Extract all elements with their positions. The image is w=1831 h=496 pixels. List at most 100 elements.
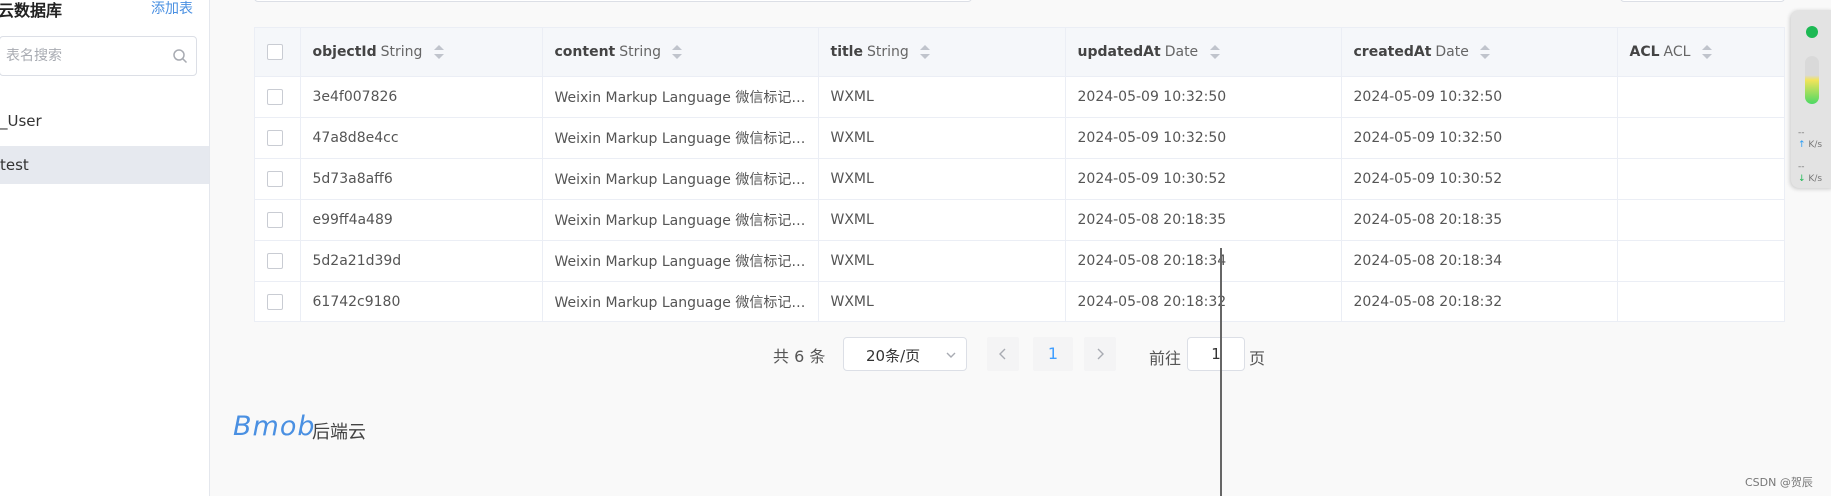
cell-updatedat[interactable]: 2024-05-08 20:18:34: [1065, 240, 1342, 282]
cell-objectid[interactable]: 5d73a8aff6: [300, 158, 543, 200]
cell-content[interactable]: Weixin Markup Language 微信标记语言: [542, 76, 819, 118]
row-checkbox[interactable]: [267, 88, 283, 105]
next-page-button[interactable]: [1084, 337, 1116, 371]
row-checkbox[interactable]: [267, 170, 283, 187]
column-header-objectid[interactable]: objectId String: [300, 28, 543, 77]
cell-updatedat[interactable]: 2024-05-08 20:18:32: [1065, 281, 1342, 321]
cell-title[interactable]: WXML: [818, 158, 1066, 200]
table-row[interactable]: e99ff4a489 Weixin Markup Language 微信标记语言…: [255, 199, 1784, 241]
row-select-cell: [255, 117, 301, 159]
column-header-acl[interactable]: ACL ACL: [1617, 28, 1784, 77]
column-header-updatedat[interactable]: updatedAt Date: [1065, 28, 1342, 77]
cell-content[interactable]: Weixin Markup Language 微信标记语言: [542, 240, 819, 282]
cell-createdat[interactable]: 2024-05-09 10:30:52: [1341, 158, 1618, 200]
row-select-cell: [255, 199, 301, 241]
cell-title[interactable]: WXML: [818, 76, 1066, 118]
arrow-up-icon: ↑: [1798, 140, 1806, 150]
table-row[interactable]: 61742c9180 Weixin Markup Language 微信标记语言…: [255, 281, 1784, 321]
cell-acl[interactable]: [1617, 117, 1784, 159]
table-search-input[interactable]: [6, 37, 166, 75]
page-number-current[interactable]: 1: [1033, 337, 1073, 371]
row-checkbox[interactable]: [267, 129, 283, 146]
pagination-total: 共 6 条: [773, 347, 826, 366]
watermark: CSDN @贺辰: [1745, 476, 1813, 489]
upload-speed: ↑ K/s: [1798, 140, 1822, 150]
cell-updatedat[interactable]: 2024-05-09 10:32:50: [1065, 76, 1342, 118]
add-table-link[interactable]: 添加表: [151, 0, 193, 18]
row-checkbox[interactable]: [267, 211, 283, 228]
sort-icon[interactable]: [433, 43, 445, 61]
sidebar-item-test[interactable]: test: [0, 146, 209, 184]
row-select-cell: [255, 76, 301, 118]
cell-createdat[interactable]: 2024-05-08 20:18:35: [1341, 199, 1618, 241]
row-select-cell: [255, 281, 301, 321]
page-size-select[interactable]: 20条/页: [843, 337, 967, 371]
cell-title[interactable]: WXML: [818, 117, 1066, 159]
sidebar: 云数据库 添加表 _User test: [0, 0, 210, 496]
search-icon[interactable]: [172, 48, 188, 64]
cell-title[interactable]: WXML: [818, 199, 1066, 241]
column-header-content[interactable]: content String: [542, 28, 819, 77]
column-header-createdat[interactable]: createdAt Date: [1341, 28, 1618, 77]
cell-createdat[interactable]: 2024-05-09 10:32:50: [1341, 117, 1618, 159]
table-row[interactable]: 5d73a8aff6 Weixin Markup Language 微信标记语言…: [255, 158, 1784, 200]
chevron-down-icon: [946, 352, 956, 358]
cell-content[interactable]: Weixin Markup Language 微信标记语言: [542, 117, 819, 159]
table-search-box: [0, 36, 197, 76]
table-row[interactable]: 5d2a21d39d Weixin Markup Language 微信标记语言…: [255, 240, 1784, 282]
cell-updatedat[interactable]: 2024-05-09 10:32:50: [1065, 117, 1342, 159]
upload-speed-unit: K/s: [1808, 140, 1823, 150]
download-speed-unit: K/s: [1808, 174, 1823, 184]
sidebar-item-label: test: [0, 156, 29, 174]
cell-updatedat[interactable]: 2024-05-09 10:30:52: [1065, 158, 1342, 200]
row-select-cell: [255, 240, 301, 282]
sort-icon[interactable]: [1209, 43, 1221, 61]
sort-icon[interactable]: [671, 43, 683, 61]
goto-label: 前往: [1149, 349, 1182, 368]
column-resize-line: [1220, 248, 1222, 496]
table-row[interactable]: 3e4f007826 Weixin Markup Language 微信标记语言…: [255, 76, 1784, 118]
sidebar-item-user[interactable]: _User: [0, 102, 209, 140]
cell-acl[interactable]: [1617, 158, 1784, 200]
cell-objectid[interactable]: 47a8d8e4cc: [300, 117, 543, 159]
cell-content[interactable]: Weixin Markup Language 微信标记语言: [542, 281, 819, 321]
data-table: objectId String content String title String…: [254, 27, 1785, 322]
download-speed: ↓ K/s: [1798, 174, 1822, 184]
toolbar-button-group[interactable]: [254, 0, 972, 2]
table-row[interactable]: 47a8d8e4cc Weixin Markup Language 微信标记语言…: [255, 117, 1784, 159]
cell-updatedat[interactable]: 2024-05-08 20:18:35: [1065, 199, 1342, 241]
cell-objectid[interactable]: e99ff4a489: [300, 199, 543, 241]
table-header-row: objectId String content String title String…: [255, 28, 1784, 77]
cell-objectid[interactable]: 61742c9180: [300, 281, 543, 321]
toolbar-right-button-group[interactable]: [1620, 0, 1785, 2]
cell-createdat[interactable]: 2024-05-09 10:32:50: [1341, 76, 1618, 118]
cell-content[interactable]: Weixin Markup Language 微信标记语言: [542, 199, 819, 241]
cell-content[interactable]: Weixin Markup Language 微信标记语言: [542, 158, 819, 200]
cell-acl[interactable]: [1617, 281, 1784, 321]
row-checkbox[interactable]: [267, 293, 283, 310]
cell-createdat[interactable]: 2024-05-08 20:18:34: [1341, 240, 1618, 282]
chevron-right-icon: [1097, 348, 1104, 360]
cell-acl[interactable]: [1617, 76, 1784, 118]
page-size-value: 20条/页: [866, 347, 921, 365]
upload-speed-value: --: [1798, 128, 1805, 138]
column-header-title[interactable]: title String: [818, 28, 1066, 77]
bmob-logo: Bmob: [233, 411, 316, 442]
arrow-down-icon: ↓: [1798, 174, 1806, 184]
goto-page-input[interactable]: [1187, 337, 1245, 371]
cell-objectid[interactable]: 3e4f007826: [300, 76, 543, 118]
cell-createdat[interactable]: 2024-05-08 20:18:32: [1341, 281, 1618, 321]
cell-acl[interactable]: [1617, 199, 1784, 241]
cell-title[interactable]: WXML: [818, 281, 1066, 321]
sort-icon[interactable]: [1479, 43, 1491, 61]
cell-acl[interactable]: [1617, 240, 1784, 282]
cell-title[interactable]: WXML: [818, 240, 1066, 282]
select-all-checkbox[interactable]: [267, 43, 283, 60]
prev-page-button[interactable]: [987, 337, 1019, 371]
network-monitor-widget[interactable]: -- ↑ K/s -- ↓ K/s: [1791, 10, 1831, 188]
sort-icon[interactable]: [919, 43, 931, 61]
chevron-left-icon: [999, 348, 1006, 360]
sort-icon[interactable]: [1701, 43, 1713, 61]
row-checkbox[interactable]: [267, 252, 283, 269]
cell-objectid[interactable]: 5d2a21d39d: [300, 240, 543, 282]
